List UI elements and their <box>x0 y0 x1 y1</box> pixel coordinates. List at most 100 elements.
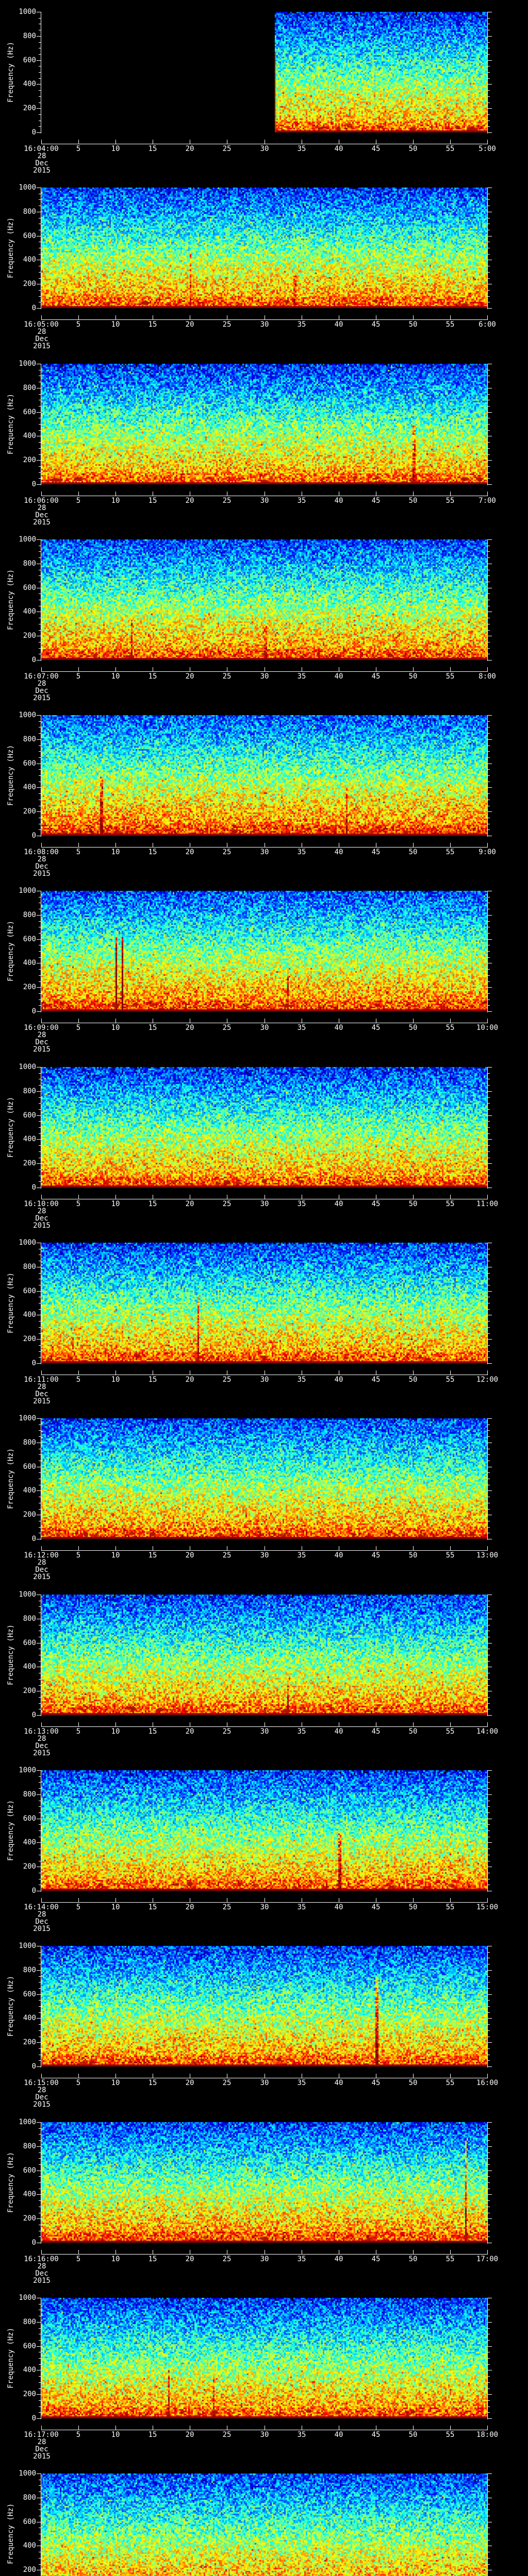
y-tick-label: 0 <box>31 1183 36 1192</box>
x-tick-label: 30 <box>260 2431 269 2439</box>
y-axis-tick <box>39 829 41 830</box>
x-axis-line <box>41 319 488 320</box>
date-label: 28 <box>37 152 46 160</box>
spectrogram-canvas <box>41 2473 487 2576</box>
y-tick-label: 800 <box>23 2142 36 2150</box>
y-axis-tick <box>39 551 41 552</box>
x-tick-label: 10 <box>111 1376 120 1384</box>
y-axis-tick-right <box>488 1133 490 1134</box>
date-label: Dec <box>35 2269 48 2278</box>
y-axis-tick <box>39 42 41 43</box>
x-tick-label: 55 <box>446 1200 455 1208</box>
x-axis-tick <box>413 843 414 847</box>
y-axis-title: Frequency (Hz) <box>7 41 15 103</box>
y-axis-tick <box>39 1472 41 1473</box>
x-tick-label: 25 <box>222 2431 232 2439</box>
y-axis-tick <box>39 2236 41 2237</box>
y-axis-tick-right <box>488 2376 490 2377</box>
y-axis-tick-right <box>488 733 490 734</box>
y-axis-tick-right <box>488 430 490 431</box>
spectrogram-canvas <box>41 1418 487 1539</box>
y-axis-tick-right <box>488 308 492 309</box>
x-tick-label: 5 <box>76 1727 81 1736</box>
date-label: Dec <box>35 1038 48 1046</box>
y-axis-tick <box>39 2200 41 2201</box>
x-tick-label: 40 <box>334 1551 343 1560</box>
x-tick-label: 20 <box>185 2079 194 2087</box>
y-axis-tick <box>37 2322 41 2323</box>
y-axis-tick <box>37 2066 41 2067</box>
x-tick-label: 45 <box>371 320 381 329</box>
x-axis-tick <box>78 1370 79 1375</box>
date-label: 2015 <box>33 1573 51 1581</box>
y-axis-tick <box>39 575 41 576</box>
x-tick-label: 5 <box>76 1376 81 1384</box>
x-axis-tick <box>487 1722 488 1726</box>
x-axis-tick <box>78 1722 79 1726</box>
date-label: Dec <box>35 335 48 343</box>
y-axis-tick-right <box>488 829 490 830</box>
y-tick-label: 0 <box>31 2239 36 2247</box>
y-axis-tick <box>39 18 41 19</box>
y-axis-tick-right <box>488 394 490 395</box>
y-tick-label: 800 <box>23 735 36 743</box>
y-tick-label: 200 <box>23 2390 36 2398</box>
y-axis-tick <box>39 1806 41 1807</box>
x-tick-label: 20 <box>185 145 194 153</box>
x-tick-label: 15 <box>148 320 157 329</box>
x-start-time-label: 16:04:00 <box>24 145 59 153</box>
y-axis-title: Frequency (Hz) <box>7 920 15 982</box>
y-axis-tick-right <box>488 1806 490 1807</box>
x-tick-label: 35 <box>297 145 306 153</box>
y-axis-tick-right <box>488 2346 492 2347</box>
y-tick-label: 800 <box>23 384 36 392</box>
x-axis-tick <box>78 1019 79 1023</box>
x-tick-label: 15 <box>148 848 157 856</box>
x-axis-line <box>41 1550 488 1551</box>
y-axis-tick <box>39 2140 41 2141</box>
date-label: 28 <box>37 1735 46 1743</box>
y-axis-tick <box>39 448 41 449</box>
y-axis-tick-right <box>488 2024 490 2025</box>
x-axis-tick <box>41 1898 42 1902</box>
date-label: 2015 <box>33 2277 51 2285</box>
x-axis-tick <box>413 315 414 319</box>
y-axis-tick-right <box>488 60 492 61</box>
x-start-time-label: 16:16:00 <box>24 2255 59 2263</box>
date-label: Dec <box>35 2093 48 2102</box>
x-tick-label: 5 <box>76 2255 81 2263</box>
x-start-time-label: 16:17:00 <box>24 2431 59 2439</box>
y-tick-label: 200 <box>23 1862 36 1871</box>
y-axis-title: Frequency (Hz) <box>7 744 15 806</box>
x-axis-tick <box>450 2426 451 2430</box>
x-tick-label: 30 <box>260 145 269 153</box>
y-axis-tick <box>37 1770 41 1771</box>
y-axis-tick <box>39 1679 41 1680</box>
x-tick-label: 40 <box>334 2255 343 2263</box>
y-axis-tick-right <box>488 1776 490 1777</box>
y-axis-tick-right <box>488 2048 490 2049</box>
y-tick-label: 1000 <box>19 360 36 368</box>
y-tick-label: 200 <box>23 1687 36 1695</box>
x-tick-label: 20 <box>185 1727 194 1736</box>
x-axis-tick <box>41 492 42 496</box>
y-axis-title: Frequency (Hz) <box>7 2327 15 2389</box>
x-tick-label: 20 <box>185 848 194 856</box>
x-tick-label: 35 <box>297 1376 306 1384</box>
y-axis-tick <box>37 1715 41 1716</box>
x-axis-tick <box>78 843 79 847</box>
spectrogram-canvas <box>41 12 487 132</box>
x-tick-label: 35 <box>297 672 306 681</box>
y-tick-label: 200 <box>23 1335 36 1343</box>
date-label: 2015 <box>33 1925 51 1933</box>
x-tick-label: 45 <box>371 497 381 505</box>
y-axis-tick <box>39 1073 41 1074</box>
x-tick-label: 5 <box>76 320 81 329</box>
x-tick-label: 45 <box>371 2079 381 2087</box>
spectrogram-figure: 0 200 400 600 800 1000 Frequency (Hz) 16:04:00 5… <box>0 0 528 2576</box>
x-axis-tick <box>450 140 451 144</box>
y-axis-tick <box>39 2382 41 2383</box>
x-axis-tick <box>450 1195 451 1199</box>
y-axis-tick-right <box>488 42 490 43</box>
y-axis-tick-right <box>488 745 490 746</box>
